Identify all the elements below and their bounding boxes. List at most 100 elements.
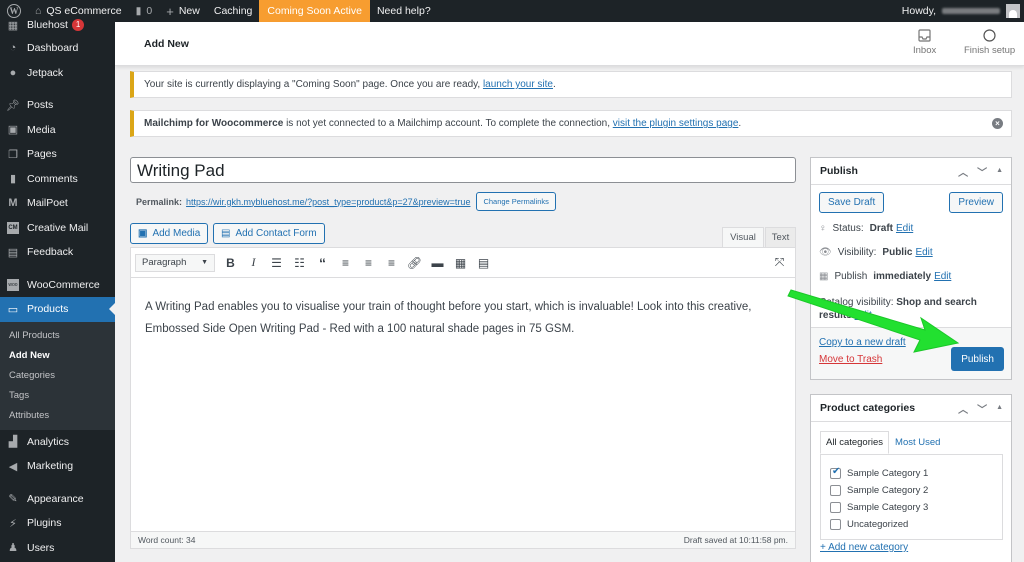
permalink-row: Permalink: https://wir.gkh.mybluehost.me… xyxy=(136,192,556,211)
add-contact-form-button[interactable]: ▤ Add Contact Form xyxy=(213,223,325,244)
bar-chart-icon: ▟ xyxy=(8,436,18,449)
sidebar-item-users[interactable]: ♟ Users xyxy=(0,536,115,561)
caching-link[interactable]: Caching xyxy=(207,0,260,22)
form-icon: ▤ xyxy=(221,228,231,239)
checkbox[interactable] xyxy=(830,502,841,513)
product-title-input[interactable]: Writing Pad xyxy=(130,157,796,183)
need-help-link[interactable]: Need help? xyxy=(370,0,438,22)
align-left-icon[interactable]: ≡ xyxy=(334,252,357,274)
read-more-icon[interactable]: ▬ xyxy=(426,252,449,274)
checkbox-checked[interactable] xyxy=(830,466,841,479)
add-media-button[interactable]: ▣ Add Media xyxy=(130,223,209,244)
sidebar-item-feedback[interactable]: ▤ Feedback xyxy=(0,240,115,265)
bold-icon[interactable]: B xyxy=(219,252,242,274)
sidebar-item-marketing[interactable]: ◀ Marketing xyxy=(0,454,115,479)
align-right-icon[interactable]: ≡ xyxy=(380,252,403,274)
numbered-list-icon[interactable]: ☷ xyxy=(288,252,311,274)
sidebar-item-media[interactable]: ▣ Media xyxy=(0,118,115,143)
checkbox[interactable] xyxy=(830,485,841,496)
eye-icon: 👁︎ xyxy=(819,247,832,258)
avatar xyxy=(1006,4,1020,18)
toggle-panel-icon[interactable]: ▲ xyxy=(996,164,1003,179)
link-icon[interactable]: 🔗︎ xyxy=(403,252,426,274)
move-up-icon[interactable]: ︿ xyxy=(958,164,968,179)
copy-draft-link[interactable]: Copy to a new draft xyxy=(819,337,906,348)
sidebar-item-posts[interactable]: 📌︎ Posts xyxy=(0,93,115,118)
category-checklist: Sample Category 1 Sample Category 2 Samp… xyxy=(820,454,1003,540)
sidebar-item-jetpack[interactable]: ● Jetpack xyxy=(0,61,115,86)
add-new-category-link[interactable]: + Add new category xyxy=(820,542,908,553)
bullet-list-icon[interactable]: ☰ xyxy=(265,252,288,274)
submenu-tags[interactable]: Tags xyxy=(0,386,115,406)
move-down-icon[interactable]: ﹀ xyxy=(977,164,987,179)
comments-link[interactable]: ▮ 0 xyxy=(129,0,160,22)
status-row: ♀ Status: Draft Edit xyxy=(819,223,914,234)
sidebar-item-pages[interactable]: ❐ Pages xyxy=(0,142,115,167)
coming-soon-notice: Your site is currently displaying a "Com… xyxy=(130,71,1012,98)
new-content-link[interactable]: + New xyxy=(159,0,207,22)
edit-status-link[interactable]: Edit xyxy=(896,223,913,234)
user-icon: ♟ xyxy=(8,542,18,555)
coming-soon-badge[interactable]: Coming Soon Active xyxy=(259,0,370,22)
tab-text[interactable]: Text xyxy=(765,227,796,247)
tab-all-categories[interactable]: All categories xyxy=(820,431,890,454)
sidebar-item-mailpoet[interactable]: M MailPoet xyxy=(0,191,115,216)
content-editor: Paragraph ▼ B I ☰ ☷ “ ≡ ≡ ≡ 🔗︎ ▬ ▦ ▤ ⤧ A … xyxy=(130,247,796,549)
submenu-all-products[interactable]: All Products xyxy=(0,326,115,346)
format-select[interactable]: Paragraph ▼ xyxy=(135,253,215,272)
sidebar-item-dashboard[interactable]: ◔ Dashboard xyxy=(0,36,115,61)
sidebar-item-appearance[interactable]: ✎ Appearance xyxy=(0,487,115,512)
visibility-row: 👁︎ Visibility: Public Edit xyxy=(819,247,933,258)
account-menu[interactable]: Howdy, xyxy=(902,4,1024,18)
move-to-trash-link[interactable]: Move to Trash xyxy=(819,354,882,365)
toggle-panel-icon[interactable]: ▲ xyxy=(996,401,1003,416)
tab-most-used[interactable]: Most Used xyxy=(889,431,946,454)
publish-button[interactable]: Publish xyxy=(951,347,1004,371)
permalink-url-link[interactable]: https://wir.gkh.mybluehost.me/?post_type… xyxy=(186,197,470,207)
edit-date-link[interactable]: Edit xyxy=(934,271,951,282)
sidebar-item-products[interactable]: ▭ Products xyxy=(0,297,115,322)
blockquote-icon[interactable]: “ xyxy=(311,252,334,274)
sidebar-item-plugins[interactable]: ⚡︎ Plugins xyxy=(0,511,115,536)
launch-site-link[interactable]: launch your site xyxy=(483,79,553,90)
italic-icon[interactable]: I xyxy=(242,252,265,274)
submenu-attributes[interactable]: Attributes xyxy=(0,406,115,426)
sidebar-item-creative-mail[interactable]: CM Creative Mail xyxy=(0,216,115,241)
editor-content[interactable]: A Writing Pad enables you to visualise y… xyxy=(131,278,795,358)
submenu-categories[interactable]: Categories xyxy=(0,366,115,386)
checkbox[interactable] xyxy=(830,519,841,530)
move-up-icon[interactable]: ︿ xyxy=(958,401,968,416)
editor-toolbar: Paragraph ▼ B I ☰ ☷ “ ≡ ≡ ≡ 🔗︎ ▬ ▦ ▤ ⤧ xyxy=(131,248,795,278)
mailchimp-notice: Mailchimp for Woocommerce is not yet con… xyxy=(130,110,1012,137)
preview-button[interactable]: Preview xyxy=(949,192,1003,213)
tab-visual[interactable]: Visual xyxy=(722,227,764,247)
align-center-icon[interactable]: ≡ xyxy=(357,252,380,274)
woocommerce-icon: woo xyxy=(7,278,19,291)
edit-visibility-link[interactable]: Edit xyxy=(915,247,932,258)
category-item[interactable]: Sample Category 2 xyxy=(821,482,1002,499)
category-item[interactable]: Sample Category 3 xyxy=(821,499,1002,516)
sidebar-item-comments[interactable]: ▮ Comments xyxy=(0,167,115,192)
woocommerce-header: Add New Inbox Finish setup xyxy=(115,22,1024,66)
plugin-settings-link[interactable]: visit the plugin settings page xyxy=(613,118,739,129)
form-icon[interactable]: ▤ xyxy=(472,252,495,274)
toolbar-toggle-icon[interactable]: ▦ xyxy=(449,252,472,274)
pages-icon: ❐ xyxy=(8,148,18,161)
jetpack-icon: ● xyxy=(9,66,17,79)
edit-catalog-link[interactable]: Edit xyxy=(855,310,872,321)
finish-setup-button[interactable]: Finish setup xyxy=(964,29,1015,56)
category-item[interactable]: Uncategorized xyxy=(821,516,1002,533)
submenu-add-new[interactable]: Add New xyxy=(0,346,115,366)
sidebar-item-analytics[interactable]: ▟ Analytics xyxy=(0,430,115,455)
sidebar-item-bluehost[interactable]: ▦ Bluehost 1 xyxy=(0,18,115,32)
dismiss-notice-icon[interactable]: × xyxy=(992,118,1003,129)
category-item[interactable]: Sample Category 1 xyxy=(821,465,1002,482)
save-draft-button[interactable]: Save Draft xyxy=(819,192,885,213)
sidebar-item-woocommerce[interactable]: woo WooCommerce xyxy=(0,273,115,298)
publish-date-row: ▦ Publish immediately Edit xyxy=(819,271,952,282)
fullscreen-icon[interactable]: ⤧ xyxy=(768,252,791,274)
inbox-button[interactable]: Inbox xyxy=(913,29,936,56)
change-permalinks-button[interactable]: Change Permalinks xyxy=(476,192,556,211)
move-down-icon[interactable]: ﹀ xyxy=(977,401,987,416)
inbox-icon xyxy=(918,29,931,42)
